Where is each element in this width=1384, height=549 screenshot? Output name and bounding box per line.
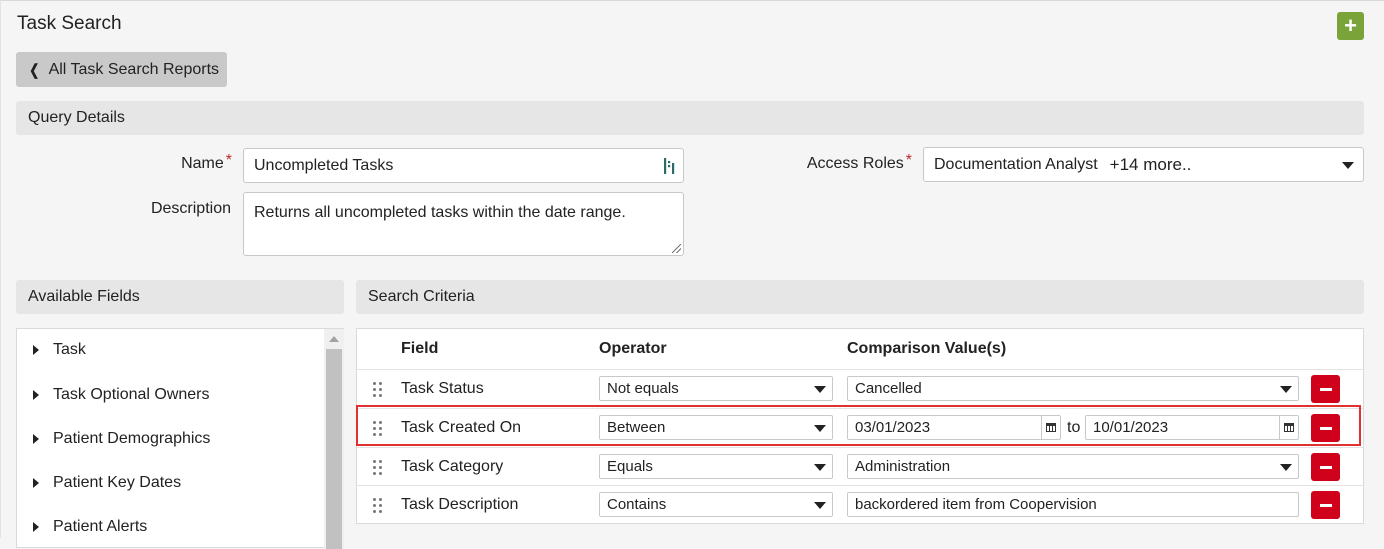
column-operator: Operator <box>599 340 667 357</box>
criteria-field: Task Created On <box>401 419 522 436</box>
all-task-search-reports-button[interactable]: ❮ All Task Search Reports <box>16 52 227 87</box>
name-label: Name * <box>181 152 232 172</box>
criteria-field: Task Status <box>401 380 484 397</box>
caret-right-icon <box>33 434 39 444</box>
caret-right-icon <box>33 478 39 488</box>
query-details-title: Query Details <box>28 109 125 126</box>
column-field: Field <box>401 340 439 357</box>
calendar-icon[interactable] <box>1041 416 1060 439</box>
name-input[interactable]: Uncompleted Tasks <box>243 148 684 183</box>
back-button-label: All Task Search Reports <box>48 60 220 78</box>
remove-criteria-button[interactable] <box>1311 453 1340 481</box>
criteria-field: Task Category <box>401 458 504 475</box>
available-fields-header: Available Fields <box>16 280 344 314</box>
drag-handle-icon[interactable] <box>372 497 384 513</box>
value-input[interactable]: backordered item from Coopervision <box>847 492 1299 517</box>
operator-select[interactable]: Not equals <box>599 376 833 401</box>
fields-scrollbar[interactable] <box>324 329 344 549</box>
criteria-row-task-description: Task Description Contains backordered it… <box>357 485 1363 523</box>
criteria-row-task-category: Task Category Equals Administration <box>357 447 1363 485</box>
value-select[interactable]: Administration <box>847 454 1299 479</box>
drag-handle-icon[interactable] <box>372 420 384 436</box>
chevron-down-icon <box>814 464 826 471</box>
caret-right-icon <box>33 390 39 400</box>
search-criteria-table: Field Operator Comparison Value(s) Task … <box>356 328 1364 524</box>
access-roles-select[interactable]: Documentation Analyst +14 more.. <box>923 147 1364 182</box>
description-textarea[interactable]: Returns all uncompleted tasks within the… <box>243 192 684 256</box>
minus-icon <box>1319 426 1332 430</box>
page-title: Task Search <box>17 13 122 34</box>
date-from-input[interactable]: 03/01/2023 <box>847 415 1061 440</box>
search-criteria-header: Search Criteria <box>356 280 1364 314</box>
chevron-down-icon <box>814 502 826 509</box>
minus-icon <box>1319 503 1332 507</box>
operator-select[interactable]: Contains <box>599 492 833 517</box>
field-group-patient-demographics[interactable]: Patient Demographics <box>33 430 210 448</box>
calendar-icon[interactable] <box>1279 416 1298 439</box>
name-value: Uncompleted Tasks <box>254 156 394 174</box>
date-to-input[interactable]: 10/01/2023 <box>1085 415 1299 440</box>
column-comparison: Comparison Value(s) <box>847 340 1007 357</box>
chevron-down-icon <box>1342 162 1354 169</box>
available-fields-title: Available Fields <box>28 288 140 305</box>
chevron-down-icon <box>1280 386 1292 393</box>
description-label: Description <box>150 200 231 217</box>
drag-handle-icon[interactable] <box>372 459 384 475</box>
query-details-header: Query Details <box>16 101 1364 135</box>
field-format-icon[interactable] <box>663 157 677 175</box>
chevron-left-icon: ❮ <box>29 61 40 79</box>
chevron-down-icon <box>814 425 826 432</box>
description-value: Returns all uncompleted tasks within the… <box>254 204 626 221</box>
field-group-patient-key-dates[interactable]: Patient Key Dates <box>33 474 181 492</box>
minus-icon <box>1319 387 1332 391</box>
operator-select[interactable]: Between <box>599 415 833 440</box>
remove-criteria-button[interactable] <box>1311 375 1340 403</box>
caret-right-icon <box>33 522 39 532</box>
criteria-row-task-created-on: Task Created On Between 03/01/2023 to 10… <box>357 408 1363 446</box>
remove-criteria-button[interactable] <box>1311 491 1340 519</box>
field-group-patient-alerts[interactable]: Patient Alerts <box>33 518 147 536</box>
drag-handle-icon[interactable] <box>372 381 384 397</box>
plus-icon: + <box>1344 13 1357 38</box>
access-roles-value: Documentation Analyst <box>934 155 1098 173</box>
field-group-task-optional-owners[interactable]: Task Optional Owners <box>33 386 210 404</box>
add-button[interactable]: + <box>1337 12 1364 40</box>
field-group-task[interactable]: Task <box>33 341 86 359</box>
chevron-down-icon <box>814 386 826 393</box>
scroll-up-icon[interactable] <box>329 336 339 342</box>
access-roles-more: +14 more.. <box>1109 154 1192 174</box>
caret-right-icon <box>33 345 39 355</box>
scroll-thumb[interactable] <box>326 349 342 549</box>
operator-select[interactable]: Equals <box>599 454 833 479</box>
criteria-row-task-status: Task Status Not equals Cancelled <box>357 369 1363 407</box>
remove-criteria-button[interactable] <box>1311 414 1340 442</box>
to-label: to <box>1067 419 1081 436</box>
required-mark: * <box>225 152 232 169</box>
access-roles-label: Access Roles * <box>806 152 912 172</box>
criteria-field: Task Description <box>401 496 519 513</box>
chevron-down-icon <box>1280 464 1292 471</box>
minus-icon <box>1319 465 1332 469</box>
value-select[interactable]: Cancelled <box>847 376 1299 401</box>
available-fields-list[interactable]: Task Task Optional Owners Patient Demogr… <box>16 328 344 549</box>
resize-handle-icon[interactable] <box>672 244 681 253</box>
search-criteria-title: Search Criteria <box>368 288 475 305</box>
